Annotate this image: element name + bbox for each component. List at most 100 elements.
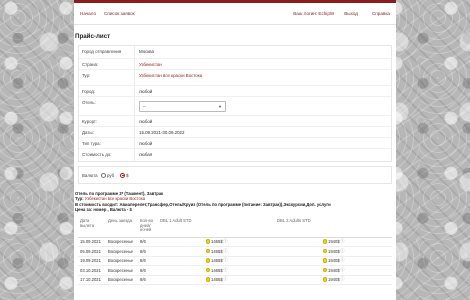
row-price-dbl2: 1940$ ⓘ [275,265,392,276]
info-icon[interactable]: ⓘ [341,239,345,244]
row-date: 17.10.2021 [78,275,106,286]
col-dbl2: DBL 2 Adults STD [275,218,392,238]
price-value[interactable]: 1940$ [328,268,340,273]
currency-option-rub-label: руб [107,172,115,178]
info-icon[interactable]: ⓘ [224,249,228,254]
info-icon[interactable]: ⓘ [341,277,345,282]
departure-label: Город отправления [79,46,135,58]
info-icon[interactable]: ⓘ [341,258,345,263]
table-row: 19.09.2021 Воскресенье 8/6 1465$ ⓘ 1940$ ⓘ [78,256,392,267]
price-value[interactable]: 1940$ [328,277,340,282]
price-table-body: 15.09.2021 Воскресенье 8/6 1465$ ⓘ 1940$ ⓘ 05.0… [78,237,392,286]
row-price-dbl2: 1940$ ⓘ [275,246,392,257]
price-table: Дата вылета День заезда Кол-во дней/ ноч… [78,218,392,286]
price-unit-line: Цена за: номер , Валюта - $ [75,206,132,212]
row-day: Воскресенье [106,237,138,248]
price-value[interactable]: 1940$ [328,258,340,263]
form-row-resort: Курорт: любой [79,116,391,127]
tour-label: Тур: [79,70,135,85]
price-value[interactable]: 1465$ [211,239,223,244]
tour-value[interactable]: Узбекистан все краски Востока [135,70,391,85]
row-day: Воскресенье [106,275,138,286]
nav-home-link[interactable]: Начало [80,11,96,16]
country-value[interactable]: Узбекистан [135,59,391,69]
price-cell[interactable]: 1940$ ⓘ [322,258,345,263]
price-cell[interactable]: 1465$ ⓘ [205,268,228,273]
form-row-tourtype: Тип тура: любой [79,138,391,149]
info-icon[interactable]: ⓘ [224,239,228,244]
coin-icon [322,248,328,254]
tour-info-prefix: Тур: [75,196,84,202]
row-price-dbl2: 1940$ ⓘ [275,275,392,286]
nav-logout-link[interactable]: Выход [344,11,358,16]
coin-icon [205,248,211,254]
tourtype-label: Тип тура: [79,138,135,148]
radio-usd[interactable] [120,172,126,178]
price-value[interactable]: 1465$ [211,258,223,263]
coin-icon [322,258,328,263]
row-date: 19.09.2021 [78,256,106,267]
price-cell[interactable]: 1465$ ⓘ [205,277,228,282]
price-value[interactable]: 1465$ [211,249,223,254]
col-dbl1: DBL 1 Adult STD [158,218,275,238]
coin-icon [205,277,211,282]
row-price-dbl1: 1465$ ⓘ [158,237,275,248]
form-row-cost: Стоимость до: любая [79,149,391,161]
form-row-dates: Даты: 15.09.2021-30.09.2022 [79,127,391,138]
row-nights: 8/6 [138,256,158,267]
info-icon[interactable]: ⓘ [341,268,345,273]
row-price-dbl1: 1465$ ⓘ [158,275,275,286]
col-checkin-day: День заезда [106,218,138,238]
price-cell[interactable]: 1940$ ⓘ [322,239,345,244]
hotel-field: -- ▼ [135,97,391,115]
currency-option-rub[interactable]: руб [101,172,115,178]
col-nights: Кол-во дней/ ночей [138,218,158,238]
hotel-label: Отель: [79,97,135,115]
price-cell[interactable]: 1465$ ⓘ [205,248,228,254]
price-value[interactable]: 1465$ [211,268,223,273]
row-nights: 8/6 [138,265,158,276]
nav-help-link[interactable]: Справка [372,11,390,16]
nav-requests-link[interactable]: Список заявок [104,11,135,16]
price-value[interactable]: 1940$ [328,249,340,254]
price-value[interactable]: 1940$ [328,239,340,244]
price-cell[interactable]: 1940$ ⓘ [322,277,345,282]
price-cell[interactable]: 1940$ ⓘ [322,268,345,273]
resort-value[interactable]: любой [135,116,391,126]
info-icon[interactable]: ⓘ [341,249,345,254]
table-row: 17.10.2021 Воскресенье 8/6 1465$ ⓘ 1940$ ⓘ [78,275,392,286]
resort-label: Курорт: [79,116,135,126]
form-row-tour: Тур: Узбекистан все краски Востока [79,70,391,86]
info-icon[interactable]: ⓘ [224,258,228,263]
departure-value[interactable]: Москва [135,46,391,58]
radio-rub[interactable] [101,172,106,178]
col-departure-date: Дата вылета [78,218,106,238]
info-icon[interactable]: ⓘ [224,268,228,273]
nav-login-link[interactable]: Ваш логин: EchipW [293,11,334,16]
city-value[interactable]: любой [135,86,391,96]
price-cell[interactable]: 1465$ ⓘ [205,258,228,263]
page-container: Начало Список заявок Ваш логин: EchipW В… [74,0,396,300]
includes-line: В стоимость входит: Авиаперелет,Трансфер… [75,201,331,207]
tourtype-value[interactable]: любой [135,138,391,148]
currency-option-usd[interactable]: $ [120,172,129,178]
form-row-hotel: Отель: -- ▼ [79,97,391,116]
cost-value[interactable]: любая [135,149,391,161]
top-navigation: Начало Список заявок Ваш логин: EchipW В… [74,3,396,25]
coin-icon [322,239,328,244]
price-cell[interactable]: 1940$ ⓘ [322,248,345,254]
coin-icon [205,239,211,244]
cost-label: Стоимость до: [79,149,135,161]
hotel-info-line: Отель по программе 3* (Ташкент), Завтрак [75,191,164,196]
price-cell[interactable]: 1465$ ⓘ [205,239,228,244]
nav-right-group: Ваш логин: EchipW Выход Справка [283,11,390,16]
row-date: 15.09.2021 [78,237,106,248]
row-price-dbl2: 1940$ ⓘ [275,256,392,267]
row-price-dbl1: 1465$ ⓘ [158,256,275,267]
hotel-select[interactable]: -- ▼ [139,101,226,112]
price-value[interactable]: 1465$ [211,277,223,282]
tour-info-link[interactable]: Узбекистан все краски Востока [85,196,145,201]
info-icon[interactable]: ⓘ [224,277,228,282]
dates-value[interactable]: 15.09.2021-30.09.2022 [135,127,391,137]
chevron-down-icon: ▼ [218,104,222,109]
